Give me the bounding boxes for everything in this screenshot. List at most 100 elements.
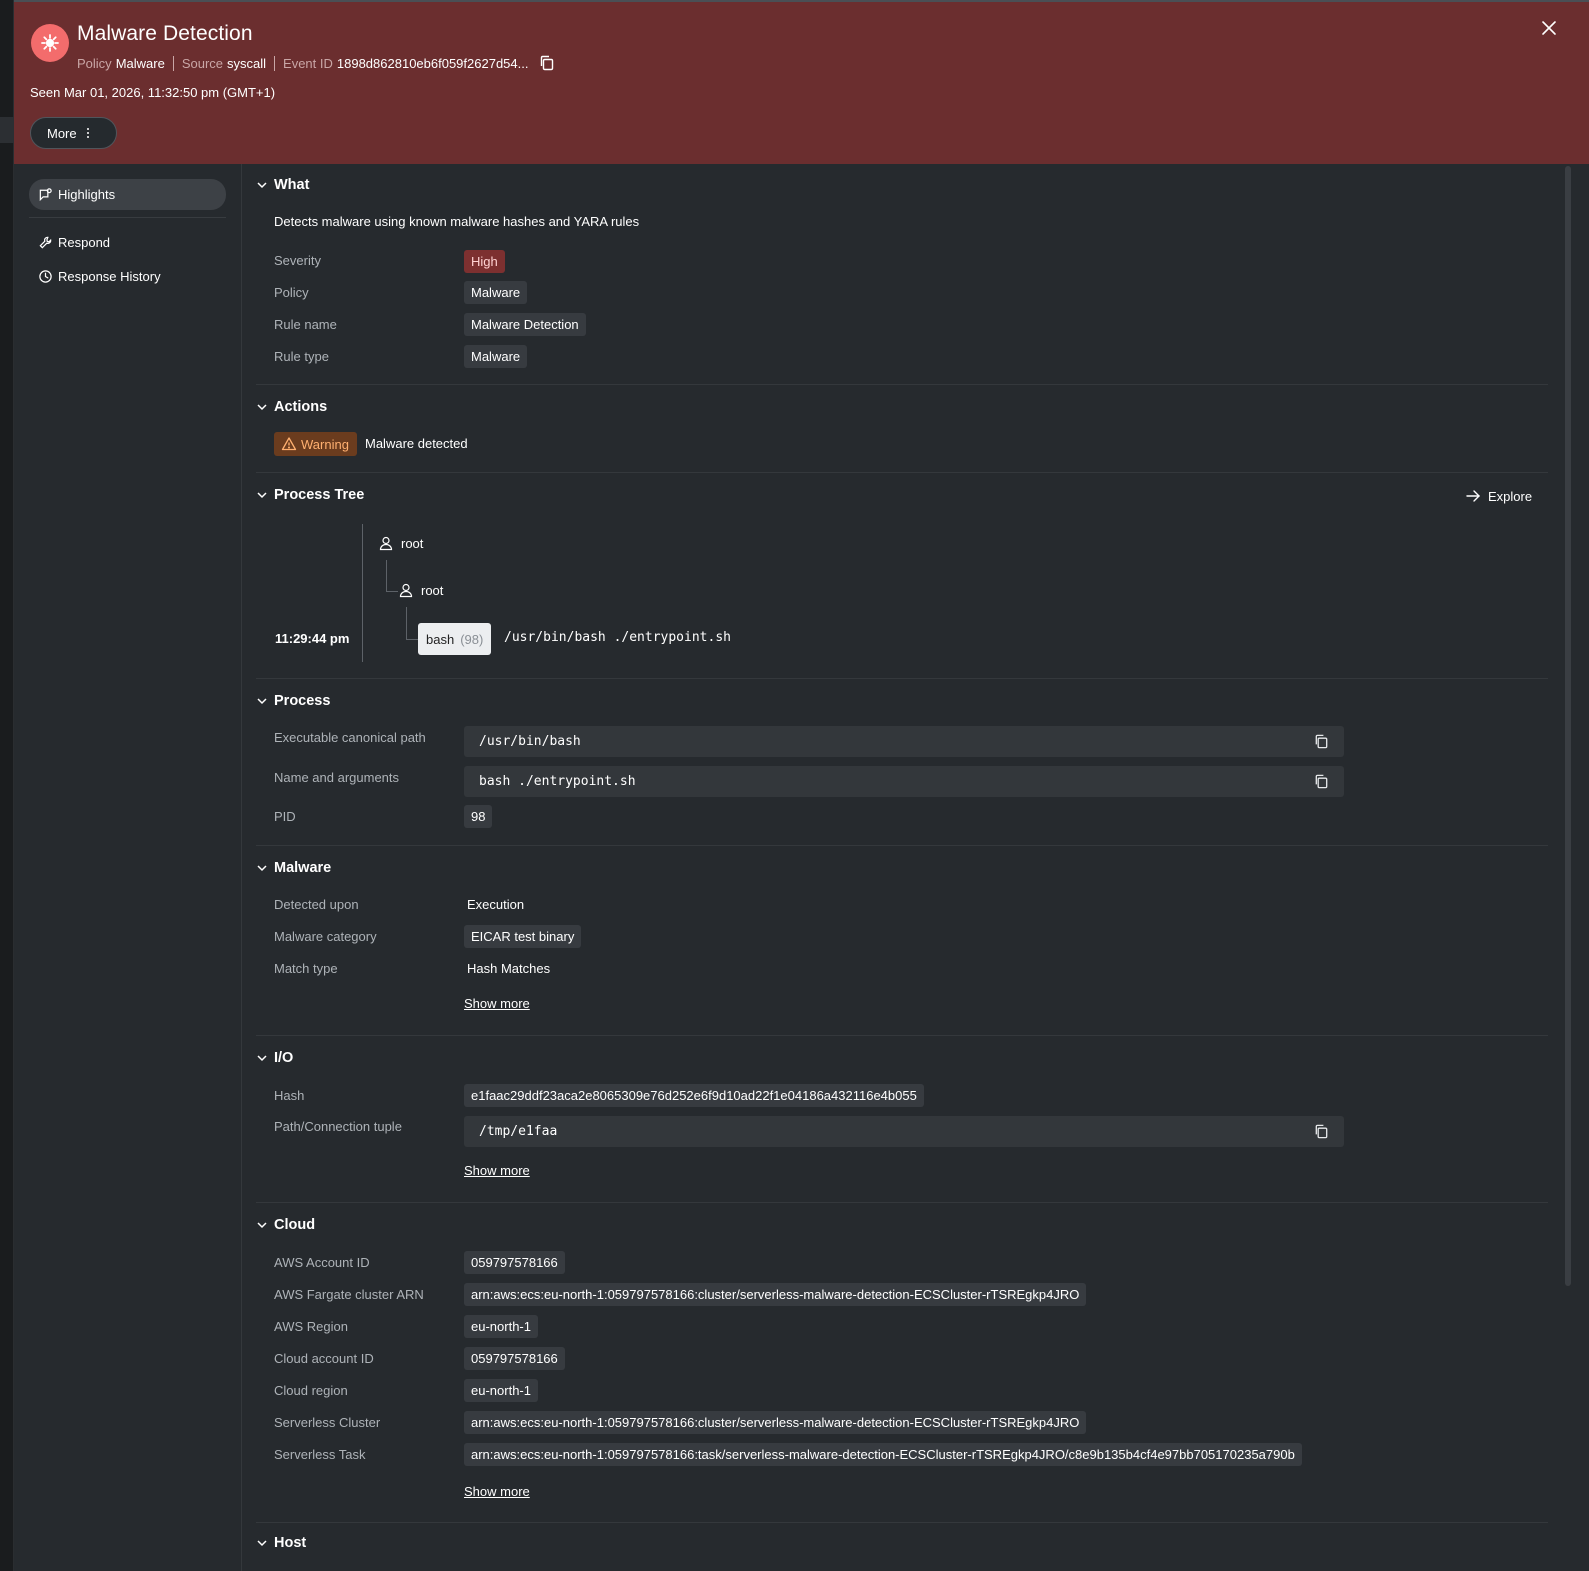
section-header-io[interactable]: I/O — [256, 1050, 293, 1066]
user-icon — [379, 536, 393, 551]
tree-connector — [386, 560, 387, 591]
field-label: Name and arguments — [274, 770, 400, 785]
field-label: Hash — [274, 1088, 305, 1103]
section-title: Host — [274, 1535, 307, 1551]
section-header-what[interactable]: What — [256, 177, 309, 193]
field-label: Policy — [274, 285, 309, 300]
policy-chip: Malware — [464, 281, 528, 304]
section-header-actions[interactable]: Actions — [256, 399, 327, 415]
section-header-process-tree[interactable]: Process Tree — [256, 487, 364, 503]
chevron-down-icon — [257, 1540, 267, 1547]
executable-path-field: /usr/bin/bash — [464, 726, 1344, 757]
explore-link[interactable]: Explore — [1465, 488, 1532, 504]
field-label: Match type — [274, 961, 338, 976]
source-label: Source — [181, 55, 224, 71]
user-icon — [399, 583, 413, 598]
sidebar-item-label: Respond — [58, 234, 111, 250]
tree-connector — [386, 591, 398, 592]
wrench-icon — [39, 236, 52, 249]
section-title: What — [274, 177, 310, 193]
process-pid: (98) — [460, 631, 484, 647]
field-label: Malware category — [274, 929, 377, 944]
sidebar-item-label: Highlights — [58, 187, 116, 202]
tree-connector — [406, 607, 407, 639]
field-label: Serverless Task — [274, 1447, 366, 1462]
section-title: I/O — [274, 1050, 294, 1066]
background-app-marker — [0, 117, 14, 143]
field-label: Rule name — [274, 317, 337, 332]
section-title: Process Tree — [274, 487, 365, 503]
chevron-down-icon — [257, 404, 267, 411]
tree-node-label: root — [421, 582, 444, 598]
close-icon[interactable] — [1539, 18, 1559, 38]
aws-region-chip: eu-north-1 — [464, 1315, 538, 1338]
sidebar-item-highlights[interactable]: Highlights — [29, 179, 226, 210]
page-title: Malware Detection — [77, 22, 253, 45]
copy-icon[interactable] — [1313, 733, 1330, 750]
show-more-link[interactable]: Show more — [464, 1163, 530, 1178]
path-tuple-field: /tmp/e1faa — [464, 1116, 1344, 1147]
tree-timeline — [362, 524, 363, 662]
section-header-cloud[interactable]: Cloud — [256, 1217, 315, 1233]
chevron-down-icon — [257, 698, 267, 705]
arrow-right-icon — [1466, 490, 1480, 502]
cloud-account-chip: 059797578166 — [464, 1347, 565, 1370]
tree-connector — [406, 639, 418, 640]
content-scrollbar[interactable] — [1565, 166, 1571, 1286]
policy-label: Policy — [77, 55, 112, 71]
section-divider — [256, 472, 1548, 473]
warning-label: Warning — [301, 436, 349, 452]
chevron-down-icon — [257, 865, 267, 872]
more-button[interactable]: More — [30, 117, 117, 149]
field-label: AWS Account ID — [274, 1255, 370, 1270]
meta-divider — [274, 55, 276, 71]
kebab-icon — [86, 128, 89, 138]
serverless-cluster-chip: arn:aws:ecs:eu-north-1:059797578166:clus… — [464, 1411, 1087, 1434]
field-value: Hash Matches — [467, 961, 551, 976]
section-title: Process — [274, 693, 331, 709]
sidebar-item-response-history[interactable]: Response History — [29, 261, 161, 291]
action-text: Malware detected — [365, 436, 468, 451]
sidebar-item-respond[interactable]: Respond — [29, 227, 110, 257]
section-divider — [256, 1035, 1548, 1036]
section-header-process[interactable]: Process — [256, 693, 330, 709]
section-divider — [256, 384, 1548, 385]
field-label: Cloud account ID — [274, 1351, 374, 1366]
field-label: Detected upon — [274, 897, 359, 912]
event-meta: Policy Malware Source syscall Event ID 1… — [77, 54, 556, 72]
field-label: Serverless Cluster — [274, 1415, 381, 1430]
section-header-malware[interactable]: Malware — [256, 860, 331, 876]
detail-content: What Detects malware using known malware… — [256, 164, 1561, 1571]
rule-type-chip: Malware — [464, 345, 528, 368]
background-app-strip — [0, 0, 14, 1571]
tree-node-user: root — [378, 535, 423, 551]
field-label: Executable canonical path — [274, 730, 426, 745]
copy-icon[interactable] — [538, 54, 556, 72]
malware-category-chip: EICAR test binary — [464, 925, 582, 948]
more-button-label: More — [47, 125, 77, 141]
process-node-bash[interactable]: bash (98) — [418, 623, 492, 655]
meta-divider — [172, 55, 174, 71]
show-more-link[interactable]: Show more — [464, 996, 530, 1011]
tree-node-user: root — [398, 582, 443, 598]
clock-icon — [39, 269, 52, 283]
source-value: syscall — [227, 55, 267, 71]
chevron-down-icon — [257, 182, 267, 189]
detail-sidebar: Highlights Respond Response History — [14, 164, 242, 1571]
process-name: bash — [426, 631, 455, 647]
field-label: Rule type — [274, 349, 329, 364]
event-id-value: 1898d862810eb6f059f2627d54... — [336, 55, 529, 71]
section-title: Actions — [274, 399, 328, 415]
severity-badge: High — [464, 250, 505, 273]
copy-icon[interactable] — [1313, 773, 1330, 790]
show-more-link[interactable]: Show more — [464, 1484, 530, 1499]
field-label: AWS Fargate cluster ARN — [274, 1287, 424, 1302]
process-time: 11:29:44 pm — [275, 631, 350, 646]
section-header-host[interactable]: Host — [256, 1535, 306, 1551]
event-header: Malware Detection Policy Malware Source … — [14, 0, 1589, 164]
seen-timestamp: Seen Mar 01, 2026, 11:32:50 pm (GMT+1) — [30, 85, 276, 100]
sidebar-item-label: Response History — [58, 268, 161, 284]
name-arguments-field: bash ./entrypoint.sh — [464, 766, 1344, 797]
copy-icon[interactable] — [1313, 1123, 1330, 1140]
warning-icon — [281, 437, 297, 451]
